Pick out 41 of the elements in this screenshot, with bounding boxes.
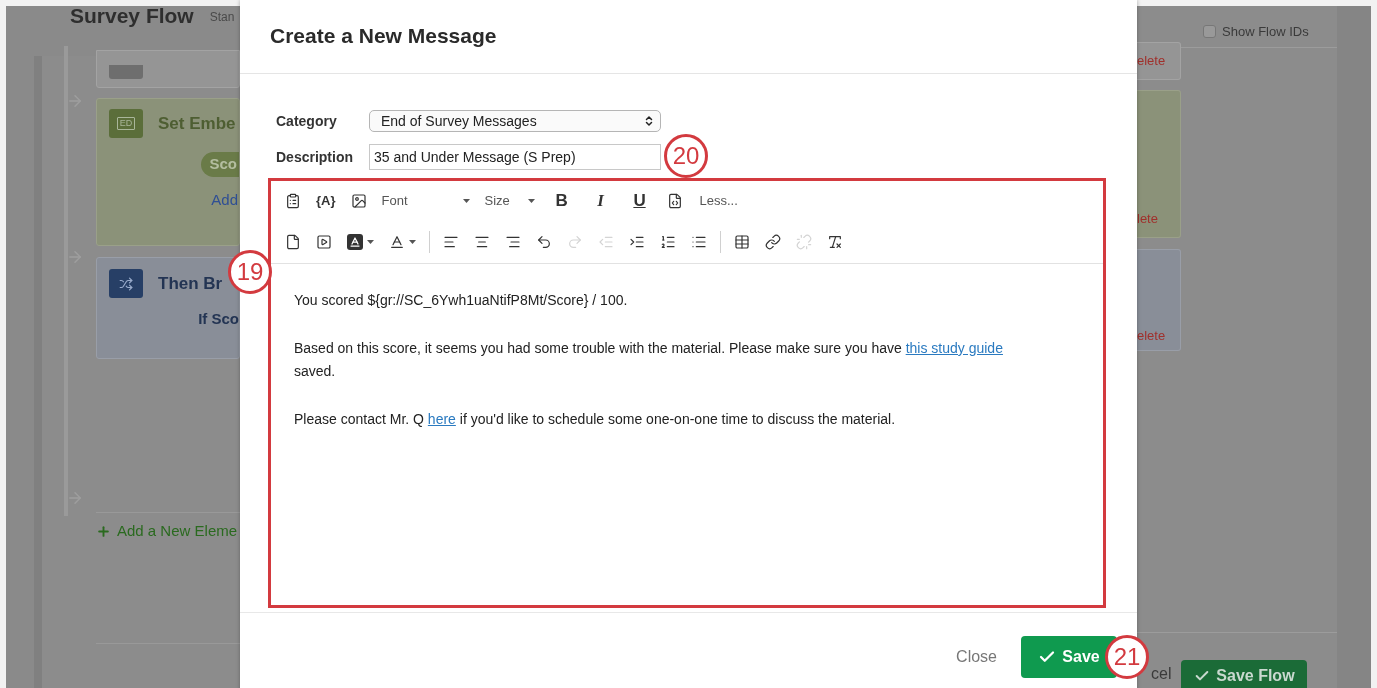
delete-link[interactable]: elete	[1137, 51, 1180, 71]
badge-label: ED	[116, 117, 136, 130]
save-flow-button[interactable]: Save Flow	[1181, 660, 1308, 688]
field-label: Category	[276, 111, 338, 131]
caret-icon	[367, 240, 374, 244]
field-pill: Sco	[201, 152, 239, 177]
close-button[interactable]: Close	[956, 636, 997, 678]
message-paragraph: Based on this score, it seems you had some trouble with the material. Please make sure you have this study guide saved.	[294, 339, 1004, 381]
checkbox-label: Show Flow IDs	[1222, 22, 1309, 41]
format-button[interactable]: I	[582, 187, 619, 215]
card-title: Then Br	[158, 272, 223, 295]
branch-icon	[109, 269, 143, 298]
caret-icon	[462, 199, 470, 203]
card-title: Set Embe	[158, 112, 236, 135]
toolbar-dropdown[interactable]: Font	[375, 187, 476, 215]
description-field[interactable]: 35 and Under Message (S Prep)	[369, 144, 661, 170]
field-label: Description	[276, 147, 354, 167]
annotation-marker: 19	[228, 250, 272, 294]
text-link[interactable]: here	[427, 411, 456, 427]
caret-icon	[527, 199, 535, 203]
block-icon	[109, 65, 143, 79]
insert-field-button[interactable]: {A}	[310, 187, 342, 215]
message-paragraph: You scored ${gr://SC_6Ywh1uaNtifP8Mt/Score} / 100.	[294, 291, 629, 310]
text-link[interactable]: this study guide	[905, 340, 1003, 356]
toolbar-dropdown[interactable]: Size	[478, 187, 541, 215]
category-select[interactable]: End of Survey Messages	[369, 110, 661, 132]
subtitle: Stan	[209, 9, 235, 26]
dialog-title: Create a New Message	[270, 24, 497, 47]
page-title: Survey Flow	[70, 4, 194, 28]
add-link[interactable]: Add	[211, 188, 238, 211]
caret-icon	[409, 240, 416, 244]
message-paragraph: Please contact Mr. Q here if you'd like to schedule some one-on-one time to discuss the material.	[294, 410, 897, 429]
select-arrows-icon	[643, 115, 655, 127]
annotation-marker: 20	[664, 134, 708, 178]
less-button[interactable]: Less...	[691, 187, 746, 215]
format-button[interactable]: B	[543, 187, 580, 215]
cancel-link[interactable]: cel	[1151, 662, 1172, 686]
plus-icon	[96, 523, 111, 539]
condition-label: If Sco	[198, 309, 239, 329]
checkbox[interactable]	[1203, 25, 1216, 38]
format-button[interactable]: U	[621, 187, 658, 215]
